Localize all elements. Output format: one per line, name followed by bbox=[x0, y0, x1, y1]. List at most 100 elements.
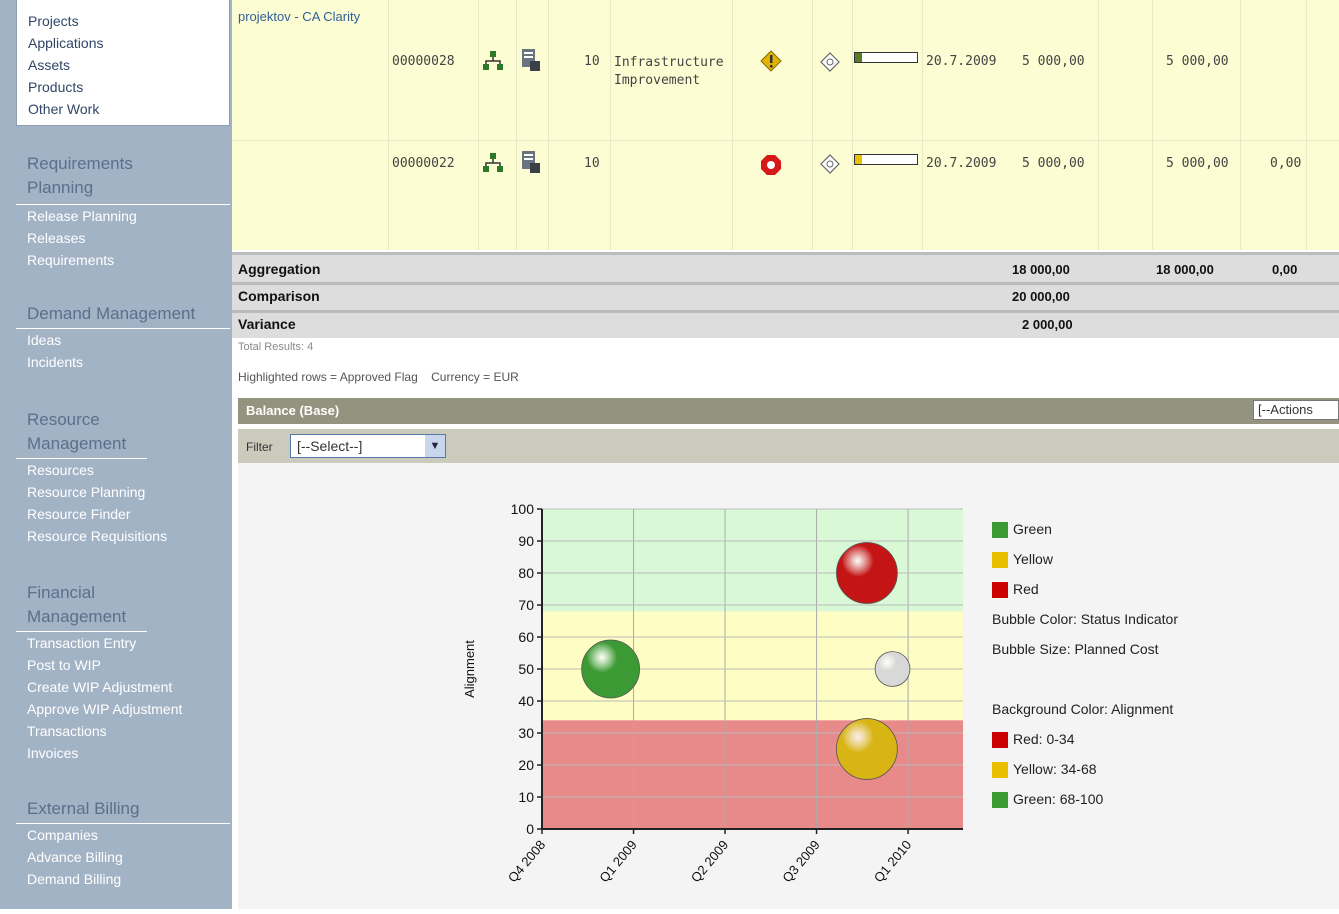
progress-bar bbox=[854, 52, 918, 63]
warning-icon bbox=[760, 50, 782, 72]
legend-label: Green bbox=[1013, 521, 1052, 537]
variance-value: 2 000,00 bbox=[1022, 317, 1073, 332]
legend-label: Yellow: 34-68 bbox=[1013, 761, 1097, 777]
x-tick-label: Q4 2008 bbox=[505, 837, 549, 885]
x-tick-label: Q3 2009 bbox=[779, 837, 823, 885]
bubble[interactable] bbox=[836, 718, 898, 780]
variance-row: Variance 2 000,00 bbox=[232, 310, 1339, 338]
bubble[interactable] bbox=[874, 651, 911, 687]
sidebar-item-resource-requisitions[interactable]: Resource Requisitions bbox=[16, 525, 230, 547]
y-tick-label: 100 bbox=[511, 501, 535, 517]
comparison-label: Comparison bbox=[238, 288, 320, 304]
row1-id[interactable]: 00000028 bbox=[392, 54, 455, 69]
org-chart-icon[interactable] bbox=[482, 152, 504, 174]
row1-cost2: 5 000,00 bbox=[1166, 54, 1229, 69]
project-link[interactable]: projektov - CA Clarity bbox=[238, 8, 378, 26]
sidebar-item-create-wip-adjustment[interactable]: Create WIP Adjustment bbox=[16, 676, 230, 698]
aggregation-value3: 0,00 bbox=[1272, 262, 1298, 277]
sidebar-item-other-work[interactable]: Other Work bbox=[17, 98, 229, 120]
y-tick-label: 10 bbox=[518, 789, 534, 805]
row1-name[interactable]: Infrastructure Improvement bbox=[614, 54, 728, 90]
sidebar-item-assets[interactable]: Assets bbox=[17, 54, 229, 76]
filter-label: Filter bbox=[246, 440, 273, 454]
progress-fill bbox=[855, 155, 863, 164]
total-results: Total Results: 4 bbox=[238, 341, 314, 353]
sidebar-item-resource-finder[interactable]: Resource Finder bbox=[16, 503, 230, 525]
bubble[interactable] bbox=[836, 542, 898, 604]
legend-item: Green: 68-100 bbox=[992, 791, 1178, 821]
y-tick-label: 40 bbox=[518, 693, 534, 709]
org-chart-icon[interactable] bbox=[482, 50, 504, 72]
y-tick-label: 80 bbox=[518, 565, 534, 581]
sidebar-section-financial: Financial Management Transaction Entry P… bbox=[16, 581, 230, 764]
row2-cost2: 5 000,00 bbox=[1166, 156, 1229, 171]
legend-item: Red bbox=[992, 581, 1178, 611]
stop-icon bbox=[760, 154, 782, 176]
comparison-value: 20 000,00 bbox=[1012, 289, 1070, 304]
sidebar-section-heading: Requirements Planning bbox=[27, 154, 133, 197]
chevron-down-icon[interactable]: ▼ bbox=[425, 435, 445, 457]
legend-text: Bubble Size: Planned Cost bbox=[992, 641, 1159, 657]
document-icon[interactable] bbox=[520, 48, 542, 72]
diamond-status-icon bbox=[820, 52, 840, 72]
sidebar-item-transaction-entry[interactable]: Transaction Entry bbox=[16, 632, 230, 654]
filter-select[interactable]: [--Select--] ▼ bbox=[290, 434, 446, 458]
legend-item: Red: 0-34 bbox=[992, 731, 1178, 761]
chart-area: 0 10 20 30 40 50 60 70 80 90 100 Q4 2008 Q1 2009 Q2 2… bbox=[238, 463, 1339, 909]
row1-rank: 10 bbox=[584, 54, 600, 69]
table-rows-block: projektov - CA Clarity 00000028 10 Infra… bbox=[232, 0, 1339, 250]
document-icon[interactable] bbox=[520, 150, 542, 174]
row2-cost: 5 000,00 bbox=[1022, 156, 1085, 171]
sidebar-item-requirements[interactable]: Requirements bbox=[16, 249, 230, 271]
actions-dropdown[interactable]: [--Actions bbox=[1253, 400, 1339, 420]
sidebar-item-post-to-wip[interactable]: Post to WIP bbox=[16, 654, 230, 676]
row2-extra: 0,00 bbox=[1270, 156, 1302, 171]
progress-bar bbox=[854, 154, 918, 165]
sidebar-item-products[interactable]: Products bbox=[17, 76, 229, 98]
legend-text: Bubble Color: Status Indicator bbox=[992, 611, 1178, 627]
bubble[interactable] bbox=[581, 639, 641, 699]
sidebar-item-resources[interactable]: Resources bbox=[16, 459, 230, 481]
y-axis-label: Alignment bbox=[462, 640, 477, 698]
y-tick-label: 70 bbox=[518, 597, 534, 613]
table-footnote: Highlighted rows = Approved Flag Currenc… bbox=[238, 370, 519, 384]
sidebar-item-applications[interactable]: Applications bbox=[17, 32, 229, 54]
legend-swatch bbox=[992, 522, 1008, 539]
aggregation-label: Aggregation bbox=[238, 261, 321, 277]
row2-id[interactable]: 00000022 bbox=[392, 156, 455, 171]
y-tick-label: 90 bbox=[518, 533, 534, 549]
sidebar-section-billing: External Billing Companies Advance Billi… bbox=[16, 797, 230, 890]
x-tick-label: Q1 2010 bbox=[871, 837, 915, 885]
sidebar-item-resource-planning[interactable]: Resource Planning bbox=[16, 481, 230, 503]
sidebar-item-demand-billing[interactable]: Demand Billing bbox=[16, 868, 230, 890]
diamond-status-icon bbox=[820, 154, 840, 174]
legend-swatch bbox=[992, 732, 1008, 749]
sidebar-section-heading: Demand Management bbox=[16, 302, 230, 329]
row2-date: 20.7.2009 bbox=[926, 156, 997, 171]
aggregation-value2: 18 000,00 bbox=[1156, 262, 1214, 277]
sidebar-item-releases[interactable]: Releases bbox=[16, 227, 230, 249]
sidebar-item-incidents[interactable]: Incidents bbox=[16, 351, 230, 373]
y-tick-label: 30 bbox=[518, 725, 534, 741]
x-tick-label: Q1 2009 bbox=[596, 837, 640, 885]
sidebar-item-release-planning[interactable]: Release Planning bbox=[16, 205, 230, 227]
legend-label: Red bbox=[1013, 581, 1039, 597]
sidebar-section-heading: Resource Management bbox=[16, 408, 147, 459]
sidebar-item-advance-billing[interactable]: Advance Billing bbox=[16, 846, 230, 868]
row1-cost: 5 000,00 bbox=[1022, 54, 1085, 69]
filter-value: [--Select--] bbox=[297, 438, 363, 454]
sidebar-item-transactions[interactable]: Transactions bbox=[16, 720, 230, 742]
sidebar-item-ideas[interactable]: Ideas bbox=[16, 329, 230, 351]
sidebar-section-heading: Financial Management bbox=[16, 581, 147, 632]
filter-bar: Filter [--Select--] ▼ bbox=[238, 429, 1339, 463]
sidebar-item-projects[interactable]: Projects bbox=[17, 10, 229, 32]
variance-label: Variance bbox=[238, 316, 296, 332]
legend-label: Green: 68-100 bbox=[1013, 791, 1104, 807]
sidebar-top-menu: Projects Applications Assets Products Ot… bbox=[16, 0, 230, 126]
sidebar-item-companies[interactable]: Companies bbox=[16, 824, 230, 846]
sidebar-item-invoices[interactable]: Invoices bbox=[16, 742, 230, 764]
band-0 bbox=[542, 720, 963, 829]
sidebar-item-approve-wip-adjustment[interactable]: Approve WIP Adjustment bbox=[16, 698, 230, 720]
band-2 bbox=[542, 509, 963, 612]
portlet-header: Balance (Base) [--Actions bbox=[238, 398, 1339, 424]
